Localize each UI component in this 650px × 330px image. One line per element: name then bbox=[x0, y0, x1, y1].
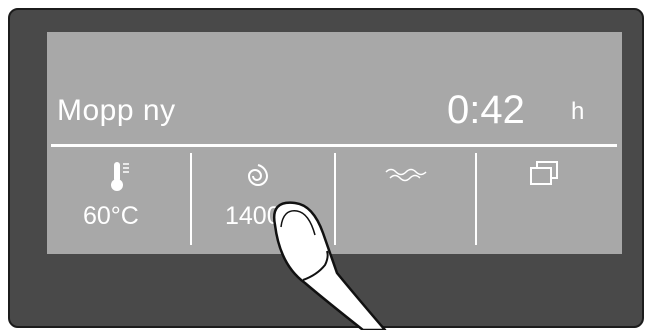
option-divider bbox=[190, 153, 192, 245]
temperature-value: 60°C bbox=[83, 202, 139, 230]
divider bbox=[51, 144, 617, 147]
thermometer-icon bbox=[111, 162, 129, 191]
time-remaining: 0:42 bbox=[447, 88, 525, 132]
water-wave-icon bbox=[385, 168, 427, 182]
program-name: Mopp ny bbox=[57, 94, 176, 127]
extras-icon bbox=[530, 161, 558, 185]
spin-icon bbox=[247, 164, 269, 186]
time-unit: h bbox=[571, 98, 585, 125]
option-divider bbox=[475, 153, 477, 245]
finger-pointer-icon bbox=[272, 201, 387, 330]
